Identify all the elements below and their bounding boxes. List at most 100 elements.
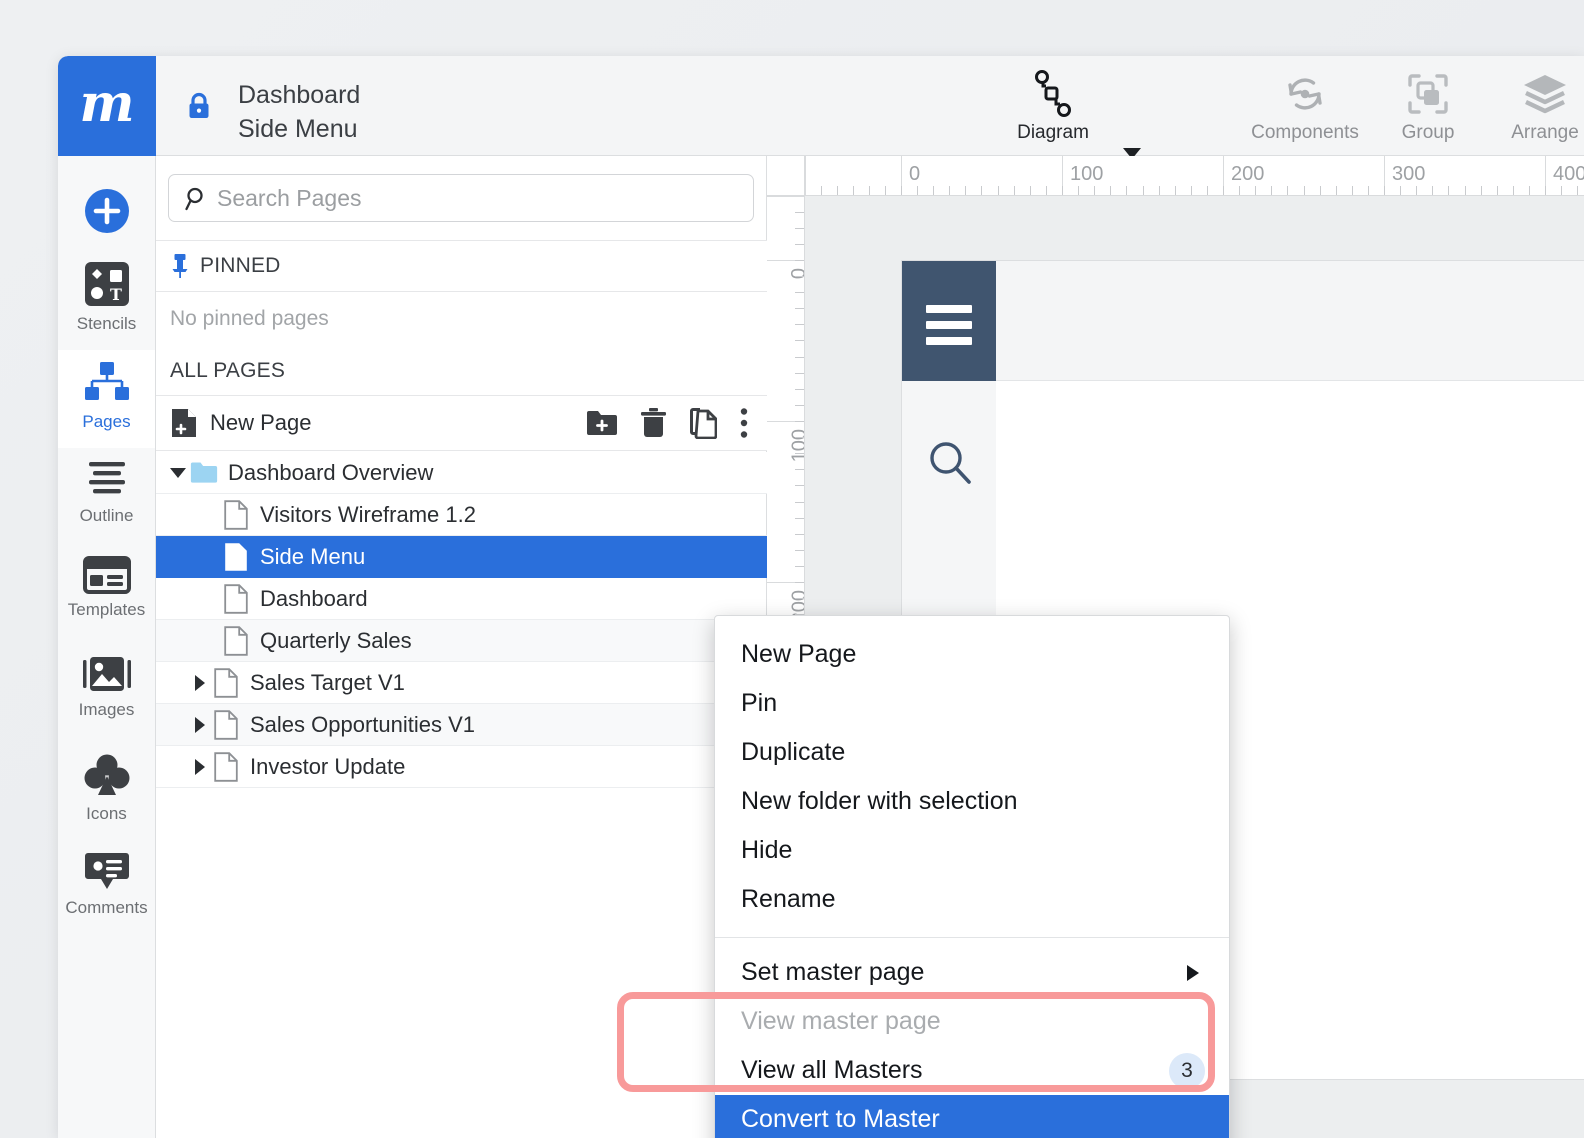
comment-icon: [84, 850, 130, 892]
mockup-sidebar-header: [902, 261, 996, 381]
diagram-icon: [1029, 68, 1077, 120]
ruler-h-label: 0: [909, 163, 920, 186]
toolbar-label-group: Group: [1402, 122, 1455, 144]
context-menu-item-pin[interactable]: Pin: [715, 679, 1229, 728]
caret-right-icon[interactable]: [188, 675, 212, 691]
context-menu-item-view-master-page: View master page: [715, 997, 1229, 1046]
page-icon: [212, 710, 240, 740]
context-menu-item-duplicate[interactable]: Duplicate: [715, 728, 1229, 777]
folder-plus-icon[interactable]: [586, 410, 618, 437]
tree-row-page[interactable]: Investor Update: [156, 746, 767, 788]
tree-row-label: Investor Update: [250, 754, 405, 780]
components-icon: [1281, 68, 1329, 120]
caret-right-icon[interactable]: [188, 759, 212, 775]
search-pages-wrapper: Search Pages: [168, 174, 754, 222]
sidebar-label-images: Images: [79, 700, 135, 720]
ruler-corner: [767, 156, 805, 196]
tree-row-page[interactable]: Dashboard: [156, 578, 767, 620]
lock-icon[interactable]: [186, 92, 212, 120]
caret-down-icon[interactable]: [166, 468, 190, 478]
sidebar-label-icons: Icons: [86, 804, 127, 824]
toolbar-item-arrange[interactable]: Arrange: [1482, 56, 1584, 156]
toolbar-item-components[interactable]: Components: [1236, 56, 1374, 156]
context-menu-divider: [715, 937, 1229, 938]
page-icon: [222, 584, 250, 614]
tree-row-label: Side Menu: [260, 544, 365, 570]
context-menu-item-convert-to-master[interactable]: Convert to Master: [715, 1095, 1229, 1138]
sidebar-item-images[interactable]: Images: [58, 644, 155, 742]
page-icon: [212, 752, 240, 782]
page-icon: [222, 542, 250, 572]
kebab-menu-icon[interactable]: [739, 407, 749, 439]
no-pinned-pages-row: No pinned pages: [156, 292, 767, 347]
context-menu-item-new-folder[interactable]: New folder with selection: [715, 777, 1229, 826]
tree-row-page-selected[interactable]: Side Menu: [156, 536, 767, 578]
toolbar-label-diagram: Diagram: [1017, 122, 1089, 144]
page-context-menu[interactable]: New Page Pin Duplicate New folder with s…: [714, 615, 1230, 1138]
ruler-h-label: 400: [1553, 163, 1584, 186]
new-page-actions: [586, 396, 749, 450]
tree-row-label: Visitors Wireframe 1.2: [260, 502, 476, 528]
tree-row-page[interactable]: Visitors Wireframe 1.2: [156, 494, 767, 536]
horizontal-ruler[interactable]: 0 100 200 300 400: [805, 156, 1584, 196]
context-menu-item-view-all-masters[interactable]: View all Masters 3: [715, 1046, 1229, 1095]
new-page-row[interactable]: New Page: [156, 396, 767, 451]
document-title: Dashboard Side Menu: [238, 78, 758, 146]
page-icon: [222, 626, 250, 656]
tree-row-label: Sales Opportunities V1: [250, 712, 475, 738]
hamburger-icon: [926, 305, 972, 353]
tree-row-label: Dashboard: [260, 586, 368, 612]
new-page-icon: [170, 408, 198, 438]
context-menu-label: Set master page: [741, 958, 924, 987]
context-menu-item-new-page[interactable]: New Page: [715, 630, 1229, 679]
sidebar-item-outline[interactable]: Outline: [58, 448, 155, 546]
pages-panel: Search Pages PINNED No pinned pages: [156, 156, 767, 1138]
tree-row-page[interactable]: Quarterly Sales: [156, 620, 767, 662]
logo-letter: m: [79, 78, 134, 130]
tree-row-page[interactable]: Sales Opportunities V1: [156, 704, 767, 746]
pin-icon: [170, 253, 190, 279]
page-icon: [222, 500, 250, 530]
pages-tree: Dashboard Overview Visitors Wireframe 1.…: [156, 452, 767, 788]
search-placeholder: Search Pages: [217, 185, 361, 212]
images-icon: [82, 654, 132, 694]
context-menu-item-set-master-page[interactable]: Set master page: [715, 948, 1229, 997]
clubs-icon: [83, 752, 131, 798]
plus-circle-icon: [81, 185, 133, 237]
sidebar-item-stencils[interactable]: T Stencils: [58, 252, 155, 350]
page-icon: [212, 668, 240, 698]
layers-icon: [1520, 68, 1570, 120]
sidebar-item-icons[interactable]: Icons: [58, 742, 155, 840]
context-menu-label: View all Masters: [741, 1056, 923, 1085]
ruler-h-label: 100: [1070, 163, 1103, 186]
toolbar-item-diagram[interactable]: Diagram: [988, 56, 1118, 156]
group-icon: [1405, 68, 1451, 120]
sidebar-label-outline: Outline: [80, 506, 134, 526]
sidebar-label-comments: Comments: [65, 898, 147, 918]
mockup-top-strip: [996, 261, 1584, 381]
tree-row-page[interactable]: Sales Target V1: [156, 662, 767, 704]
new-page-label: New Page: [210, 410, 312, 436]
sidebar-item-templates[interactable]: Templates: [58, 546, 155, 644]
search-input[interactable]: Search Pages: [168, 174, 754, 222]
app-window: m Dashboard Side Menu: [58, 56, 1584, 1138]
sidebar-item-comments[interactable]: Comments: [58, 840, 155, 938]
sidebar-label-stencils: Stencils: [77, 314, 137, 334]
ruler-v-label: 0: [788, 268, 805, 279]
toolbar-item-group[interactable]: Group: [1376, 56, 1480, 156]
all-pages-label: ALL PAGES: [170, 359, 285, 383]
copy-icon[interactable]: [689, 407, 717, 439]
tree-row-folder[interactable]: Dashboard Overview: [156, 452, 767, 494]
context-menu-item-hide[interactable]: Hide: [715, 826, 1229, 875]
sidebar-item-pages[interactable]: Pages: [58, 350, 155, 448]
caret-right-icon[interactable]: [188, 717, 212, 733]
ruler-h-label: 200: [1231, 163, 1264, 186]
context-menu-item-rename[interactable]: Rename: [715, 875, 1229, 924]
templates-icon: [83, 556, 131, 594]
app-logo[interactable]: m: [58, 56, 156, 156]
svg-text:T: T: [110, 285, 122, 304]
toolbar-label-components: Components: [1251, 122, 1359, 144]
add-button[interactable]: [58, 172, 155, 250]
trash-icon[interactable]: [640, 408, 667, 438]
submenu-arrow-icon: [1187, 965, 1199, 981]
